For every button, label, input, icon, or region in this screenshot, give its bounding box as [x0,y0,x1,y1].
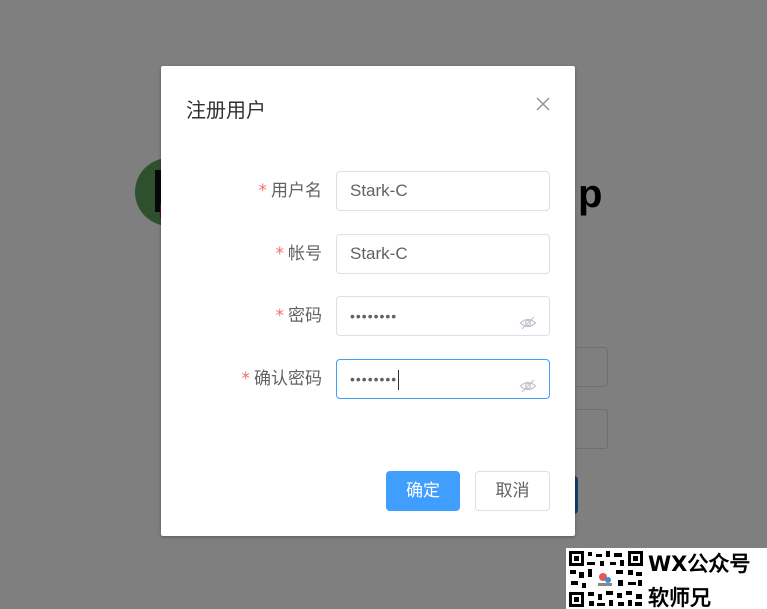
confirm-button[interactable]: 确定 [386,471,460,511]
confirm-password-label: * 确认密码 [241,369,323,389]
password-value: •••••••• [350,308,398,324]
password-label: * 密码 [275,306,323,326]
register-dialog: 注册用户 * 用户名 Stark-C * 帐号 Stark-C * 密码 ••••••… [161,66,575,536]
form-row-username: * 用户名 Stark-C [161,171,575,211]
eye-off-icon[interactable] [519,308,537,330]
eye-off-icon[interactable] [519,371,537,393]
text-caret [398,369,400,390]
cancel-button[interactable]: 取消 [475,471,550,511]
confirm-password-value: •••••••• [350,371,398,387]
form-row-password: * 密码 •••••••• [161,296,575,336]
required-mark: * [275,244,285,264]
watermark-line2: 软师兄 [648,586,711,609]
confirm-password-input[interactable]: •••••••• [336,359,550,399]
required-mark: * [275,306,285,326]
username-label: * 用户名 [258,181,323,201]
watermark-line1: WX公众号 [648,552,751,576]
watermark: WX公众号 软师兄 [566,548,767,609]
form-row-account: * 帐号 Stark-C [161,234,575,274]
dialog-title: 注册用户 [186,98,266,122]
required-mark: * [258,181,268,201]
qr-code-icon [568,550,644,608]
form-row-confirm-password: * 确认密码 •••••••• [161,359,575,399]
required-mark: * [241,369,251,389]
account-input[interactable]: Stark-C [336,234,550,274]
username-input[interactable]: Stark-C [336,171,550,211]
account-label: * 帐号 [275,244,323,264]
password-input[interactable]: •••••••• [336,296,550,336]
close-icon[interactable] [535,96,551,112]
